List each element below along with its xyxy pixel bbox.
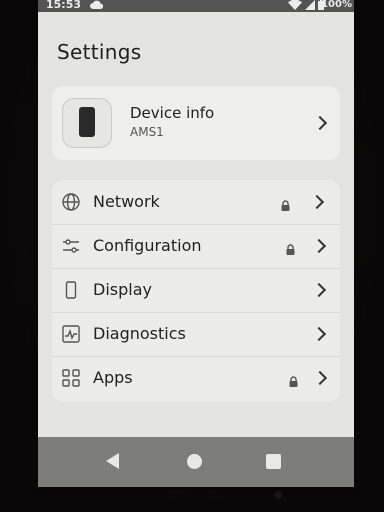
pulse-icon — [62, 325, 80, 343]
settings-list: Network Configuration Display Diagnostic… — [52, 180, 340, 402]
page-title: Settings — [57, 40, 142, 64]
menu-item-apps[interactable]: Apps — [52, 356, 340, 400]
signal-icon — [305, 0, 315, 13]
menu-item-label: Display — [93, 280, 152, 299]
menu-item-display[interactable]: Display — [52, 268, 340, 313]
back-icon[interactable] — [106, 453, 120, 473]
menu-item-network[interactable]: Network — [52, 180, 340, 225]
apps-grid-icon — [62, 369, 80, 387]
chevron-right-icon — [312, 370, 328, 386]
chevron-right-icon — [312, 115, 328, 131]
camera-dot — [274, 491, 282, 499]
home-icon[interactable] — [187, 454, 202, 469]
status-icons — [288, 0, 324, 13]
recent-apps-icon[interactable] — [266, 454, 281, 469]
chevron-right-icon — [311, 282, 327, 298]
lock-icon — [281, 196, 290, 211]
lock-icon — [289, 372, 298, 387]
menu-item-label: Network — [93, 192, 160, 211]
menu-item-label: Apps — [93, 368, 133, 387]
navigation-bar — [38, 437, 354, 487]
chevron-right-icon — [311, 326, 327, 342]
menu-item-label: Configuration — [93, 236, 202, 255]
sliders-icon — [62, 237, 80, 255]
menu-item-diagnostics[interactable]: Diagnostics — [52, 312, 340, 357]
battery-level: 100% — [321, 0, 352, 10]
device-name: Device info — [130, 104, 215, 122]
menu-item-label: Diagnostics — [93, 324, 186, 343]
device-id: AMS1 — [130, 125, 164, 139]
globe-icon — [62, 193, 80, 211]
wifi-icon — [288, 0, 302, 13]
display-icon — [62, 281, 80, 299]
cloud-icon — [90, 0, 104, 13]
device-info-card[interactable]: Device info AMS1 — [52, 86, 340, 160]
chevron-right-icon — [309, 194, 325, 210]
status-bar: 15:53 100% — [38, 0, 354, 12]
menu-item-configuration[interactable]: Configuration — [52, 224, 340, 269]
phone-icon — [62, 98, 112, 148]
lock-icon — [286, 240, 295, 255]
phone-screen: 15:53 100% Settings Device info AMS1 Net… — [38, 0, 354, 487]
status-time: 15:53 — [46, 0, 82, 11]
chevron-right-icon — [311, 238, 327, 254]
